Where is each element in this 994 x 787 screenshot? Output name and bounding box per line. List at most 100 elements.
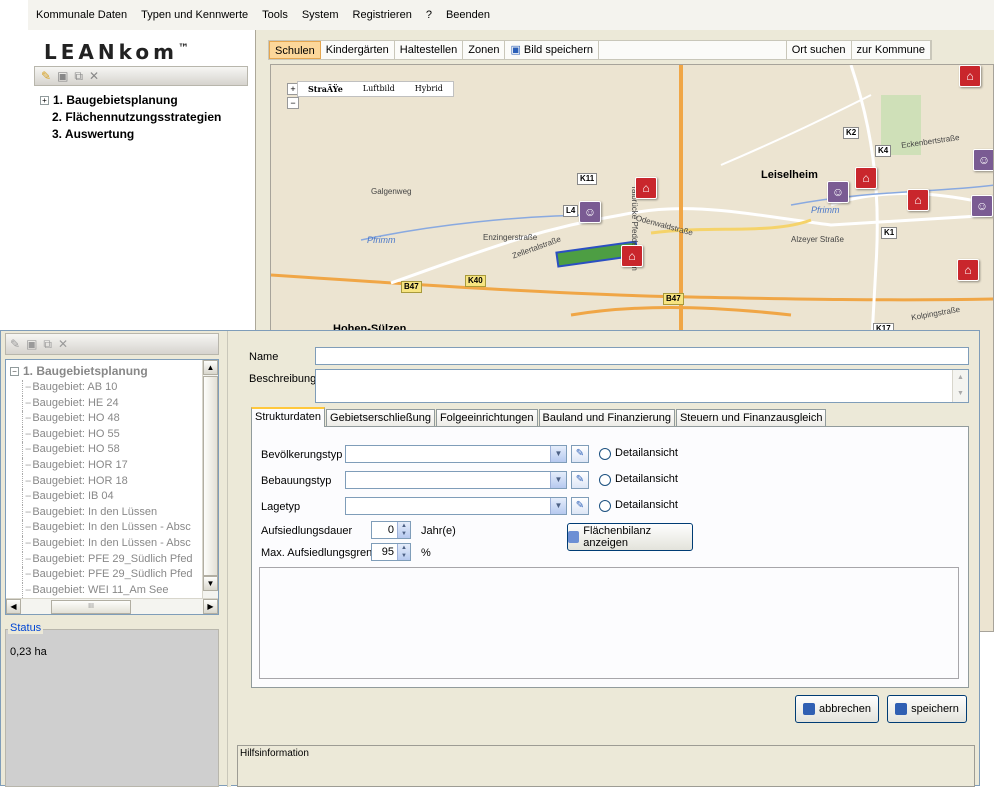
beschreibung-scrollbar[interactable]: ▲ ▼ (952, 370, 968, 402)
splitter[interactable] (227, 331, 231, 787)
tree-leaf[interactable]: Baugebiet: HE 24 (22, 395, 193, 412)
baugebiet-tree[interactable]: −1. Baugebietsplanung Baugebiet: AB 10 B… (5, 359, 219, 615)
tree-leaf[interactable]: Baugebiet: In den Lüssen - Absc (22, 520, 193, 536)
tab-bauland-finanzierung[interactable]: Bauland und Finanzierung (538, 409, 675, 427)
menu-system[interactable]: System (302, 9, 339, 21)
school-marker-icon[interactable]: ⌂ (959, 65, 981, 87)
edit-icon[interactable]: ▣ (26, 337, 37, 351)
name-field[interactable] (315, 347, 969, 365)
bg-tree-root[interactable]: +1. Baugebietsplanung (40, 92, 222, 109)
menu-registrieren[interactable]: Registrieren (353, 9, 412, 21)
tree-root[interactable]: −1. Baugebietsplanung (10, 364, 148, 378)
map-type-hybrid[interactable]: Hybrid (405, 82, 453, 96)
map-type-strasse[interactable]: StraÃŸe (298, 82, 353, 96)
spin-arrows-icon[interactable]: ▲ ▼ (397, 544, 410, 560)
kindergarten-marker-icon[interactable]: ☺ (579, 201, 601, 223)
flaechenbilanz-button[interactable]: Flächenbilanz anzeigen (567, 523, 693, 551)
edit-icon[interactable]: ▣ (57, 69, 68, 83)
tree-leaf[interactable]: Baugebiet: In den Lüssen (22, 504, 193, 521)
edit-bebauungstyp-button[interactable]: ✎ (571, 471, 589, 489)
schulen-button[interactable]: Schulen (269, 41, 321, 59)
collapse-icon[interactable]: − (10, 366, 19, 376)
tree-vertical-scrollbar[interactable]: ▲ ▼ (202, 360, 218, 598)
tree-leaf[interactable]: Baugebiet: WEI 11_Am See (22, 582, 193, 599)
tree-leaf[interactable]: Baugebiet: PFE 29_Südlich Pfed (22, 567, 193, 583)
aufsiedlungsdauer-stepper[interactable]: 0 ▲ ▼ (371, 521, 411, 539)
tree-leaf[interactable]: Baugebiet: IB 04 (22, 489, 193, 505)
scroll-down-icon[interactable]: ▼ (953, 386, 968, 402)
tree-leaf[interactable]: Baugebiet: HO 48 (22, 411, 193, 427)
school-marker-icon[interactable]: ⌂ (907, 189, 929, 211)
menu-kommunale-daten[interactable]: Kommunale Daten (36, 9, 127, 21)
expand-icon[interactable]: + (40, 96, 49, 105)
copy-icon[interactable]: ⧉ (74, 69, 83, 84)
detailansicht-radio[interactable] (599, 500, 611, 512)
scroll-down-icon[interactable]: ▼ (203, 576, 218, 591)
detailansicht-radio[interactable] (599, 448, 611, 460)
detailansicht-label: Detailansicht (615, 447, 678, 459)
school-marker-icon[interactable]: ⌂ (957, 259, 979, 281)
school-marker-icon[interactable]: ⌂ (855, 167, 877, 189)
abbrechen-button[interactable]: abbrechen (795, 695, 879, 723)
chevron-down-icon[interactable]: ▼ (550, 472, 566, 488)
copy-icon[interactable]: ⧉ (43, 337, 52, 352)
edit-lagetyp-button[interactable]: ✎ (571, 497, 589, 515)
scroll-thumb[interactable] (203, 376, 218, 576)
spin-arrows-icon[interactable]: ▲ ▼ (397, 522, 410, 538)
map-type-luftbild[interactable]: Luftbild (353, 82, 405, 96)
scroll-up-icon[interactable]: ▲ (203, 360, 218, 375)
save-icon (895, 703, 908, 715)
tree-leaf[interactable]: Baugebiet: In den Lüssen - Absc (22, 535, 193, 552)
bg-tree: +1. Baugebietsplanung 2. Flächennutzungs… (40, 92, 222, 143)
school-marker-icon[interactable]: ⌂ (621, 245, 643, 267)
chevron-down-icon[interactable]: ▼ (550, 498, 566, 514)
kindergaerten-button[interactable]: Kindergärten (321, 41, 395, 59)
bevoelkerungstyp-select[interactable]: ▼ (345, 445, 567, 463)
edit-icon: ✎ (575, 474, 585, 485)
scroll-thumb[interactable]: III (51, 599, 131, 614)
tree-leaf[interactable]: Baugebiet: PFE 29_Südlich Pfed (22, 551, 193, 568)
new-icon[interactable]: ✎ (41, 69, 51, 83)
zoom-out-icon[interactable]: − (287, 97, 299, 109)
kindergarten-marker-icon[interactable]: ☺ (971, 195, 993, 217)
kindergarten-marker-icon[interactable]: ☺ (827, 181, 849, 203)
bebauungstyp-select[interactable]: ▼ (345, 471, 567, 489)
tab-folgeeinrichtungen[interactable]: Folgeeinrichtungen (435, 409, 538, 427)
scroll-up-icon[interactable]: ▲ (953, 370, 968, 386)
tab-gebietserschliessung[interactable]: Gebietserschließung (326, 409, 435, 427)
kindergarten-marker-icon[interactable]: ☺ (973, 149, 993, 171)
speichern-button[interactable]: speichern (887, 695, 967, 723)
scroll-left-icon[interactable]: ◀ (6, 599, 21, 614)
tree-leaf[interactable]: Baugebiet: HO 58 (22, 442, 193, 458)
bg-tree-item[interactable]: 3. Auswertung (40, 126, 221, 143)
bg-tree-item[interactable]: 2. Flächennutzungsstrategien (40, 109, 221, 126)
lagetyp-select[interactable]: ▼ (345, 497, 567, 515)
menu-tools[interactable]: Tools (262, 9, 288, 21)
chevron-down-icon[interactable]: ▼ (550, 446, 566, 462)
scroll-right-icon[interactable]: ▶ (203, 599, 218, 614)
road-shield: B47 (663, 293, 684, 305)
zonen-button[interactable]: Zonen (463, 41, 506, 59)
menu-beenden[interactable]: Beenden (446, 9, 490, 21)
menu-help[interactable]: ? (426, 9, 432, 21)
delete-icon[interactable]: ✕ (89, 69, 99, 83)
tab-steuern-finanzausgleich[interactable]: Steuern und Finanzausgleich (675, 409, 827, 427)
beschreibung-field[interactable]: ▲ ▼ (315, 369, 969, 403)
new-icon[interactable]: ✎ (10, 337, 20, 351)
ort-suchen-button[interactable]: Ort suchen (785, 41, 852, 59)
tree-leaf[interactable]: Baugebiet: HO 55 (22, 426, 193, 443)
menu-typen-kennwerte[interactable]: Typen und Kennwerte (141, 9, 248, 21)
tab-strukturdaten[interactable]: Strukturdaten (251, 407, 326, 427)
bild-speichern-button[interactable]: ▣ Bild speichern (505, 41, 600, 59)
detailansicht-radio[interactable] (599, 474, 611, 486)
haltestellen-button[interactable]: Haltestellen (395, 41, 464, 59)
tree-horizontal-scrollbar[interactable]: ◀ III ▶ (6, 598, 218, 614)
tree-leaf[interactable]: Baugebiet: AB 10 (22, 380, 193, 396)
zur-kommune-button[interactable]: zur Kommune (852, 41, 931, 59)
max-aufsiedlungsgrenze-stepper[interactable]: 95 ▲ ▼ (371, 543, 411, 561)
delete-icon[interactable]: ✕ (58, 337, 68, 351)
tree-leaf[interactable]: Baugebiet: HOR 18 (22, 473, 193, 490)
school-marker-icon[interactable]: ⌂ (635, 177, 657, 199)
tree-leaf[interactable]: Baugebiet: HOR 17 (22, 457, 193, 474)
edit-bevoelkerungstyp-button[interactable]: ✎ (571, 445, 589, 463)
